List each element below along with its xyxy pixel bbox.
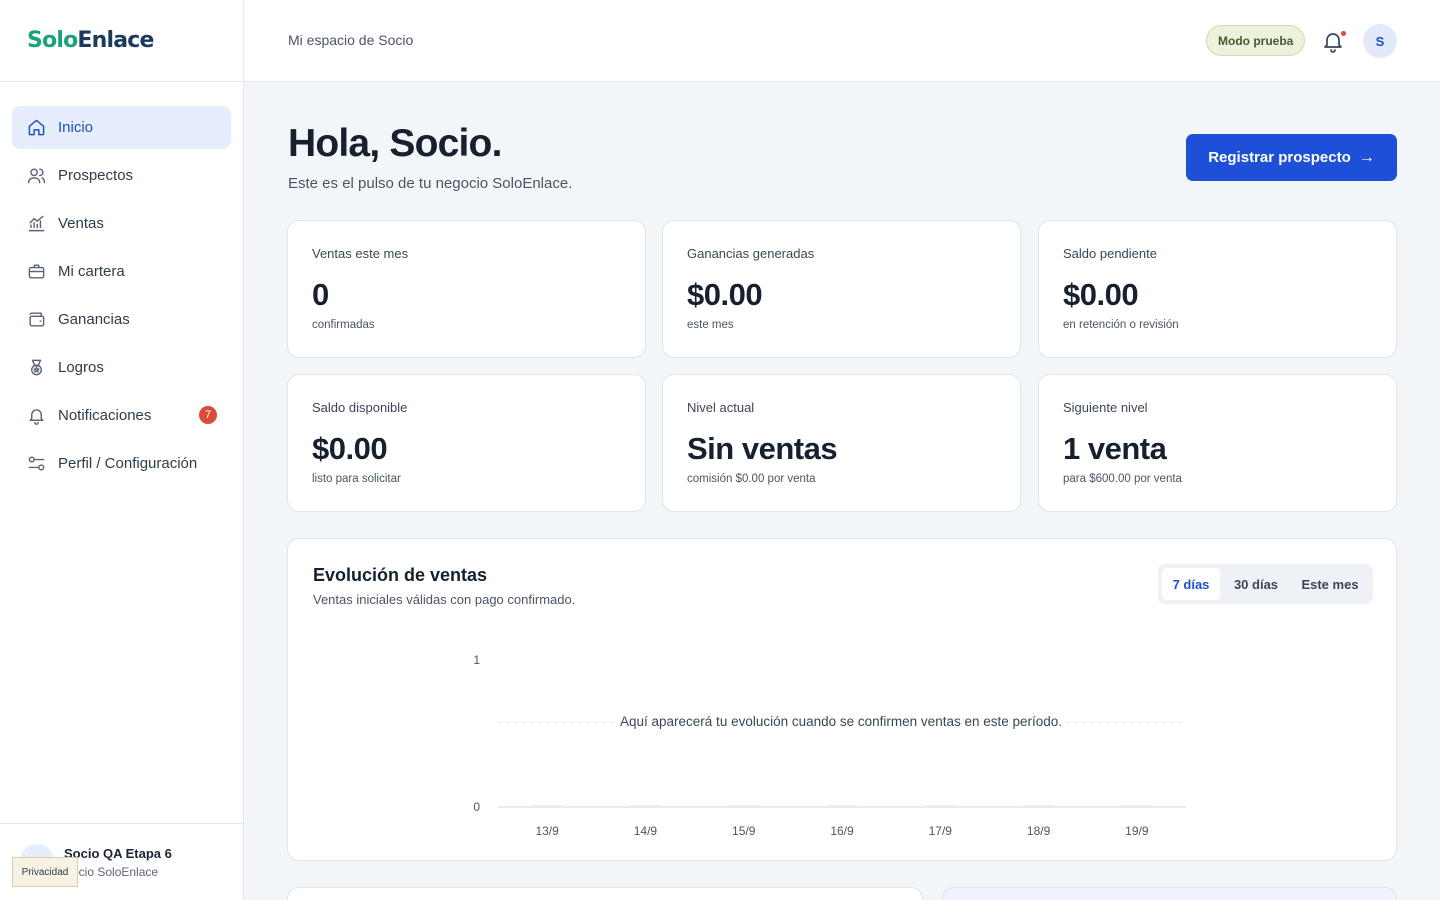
logo-bar: SoloEnlace — [0, 0, 243, 82]
sidebar-item-prospectos[interactable]: Prospectos — [12, 154, 231, 197]
sidebar-item-logros[interactable]: Logros — [12, 346, 231, 389]
sidebar-item-ventas[interactable]: Ventas — [12, 202, 231, 245]
chart-x-tick-label: 17/9 — [929, 824, 953, 838]
briefcase-icon — [26, 262, 46, 282]
sidebar-item-label: Mi cartera — [58, 263, 125, 280]
home-icon — [26, 118, 46, 138]
users-icon — [26, 166, 46, 186]
page-title: Hola, Socio. — [288, 122, 502, 165]
stat-label: Ventas este mes — [312, 246, 409, 261]
chart-x-tick-label: 13/9 — [535, 824, 559, 838]
register-prospect-label: Registrar prospecto — [1208, 149, 1351, 166]
stat-card-nivel-actual: Nivel actual Sin ventas comisión $0.00 p… — [662, 374, 1021, 512]
brand-logo-part1: Solo — [27, 28, 78, 53]
sidebar-item-label: Notificaciones — [58, 407, 152, 424]
sidebar-item-label: Inicio — [58, 119, 94, 136]
stat-card-siguiente-nivel: Siguiente nivel 1 venta para $600.00 por… — [1038, 374, 1397, 512]
sidebar-item-label: Logros — [58, 359, 104, 376]
chart-bar — [826, 805, 858, 807]
wallet-icon — [26, 310, 46, 330]
stat-card-ganancias: Ganancias generadas $0.00 este mes — [662, 220, 1021, 358]
test-mode-badge: Modo prueba — [1206, 25, 1306, 56]
chart-x-tick-label: 18/9 — [1027, 824, 1051, 838]
sidebar-item-mi-cartera[interactable]: Mi cartera — [12, 250, 231, 293]
bell-icon — [26, 406, 46, 426]
chart-bar — [1022, 805, 1055, 807]
chart-bar — [629, 805, 662, 807]
sidebar-item-label: Prospectos — [58, 167, 134, 184]
register-prospect-button[interactable]: Registrar prospecto → — [1186, 134, 1397, 181]
sidebar-nav: Inicio Prospectos Ventas Mi cartera Gana… — [0, 82, 243, 485]
brand-logo-part2: Enlace — [77, 28, 154, 53]
sidebar-item-inicio[interactable]: Inicio — [12, 106, 231, 149]
stat-label: Ganancias generadas — [687, 246, 815, 261]
sliders-icon — [26, 454, 46, 474]
user-avatar-button[interactable]: S — [1363, 24, 1397, 58]
stat-card-saldo-pendiente: Saldo pendiente $0.00 en retención o rev… — [1038, 220, 1397, 358]
medal-icon — [26, 358, 46, 378]
stat-sub: en retención o revisión — [1063, 319, 1179, 331]
chart-x-tick-label: 16/9 — [830, 824, 854, 838]
stat-value: 0 — [312, 277, 329, 312]
chart-x-tick-label: 15/9 — [732, 824, 756, 838]
stat-sub: confirmadas — [312, 319, 375, 331]
sidebar-user[interactable]: Socio QA Etapa 6 Socio SoloEnlace Privac… — [0, 823, 243, 900]
notification-dot — [1341, 31, 1346, 36]
stat-value: Sin ventas — [687, 431, 838, 466]
sidebar: SoloEnlace Inicio Prospectos Ventas Mi c… — [0, 0, 244, 900]
bottom-card-left — [287, 887, 923, 900]
chart-bar — [727, 805, 760, 807]
stat-label: Saldo pendiente — [1063, 246, 1157, 261]
stat-sub: listo para solicitar — [312, 473, 401, 485]
arrow-right-icon: → — [1358, 148, 1375, 166]
sales-chart-card: Evolución de ventas Ventas iniciales vál… — [287, 538, 1397, 861]
chart-y-tick-label: 1 — [473, 653, 480, 667]
sidebar-item-label: Ventas — [58, 215, 104, 232]
bottom-card-right — [942, 887, 1397, 900]
privacy-button[interactable]: Privacidad — [12, 857, 78, 887]
sidebar-item-ganancias[interactable]: Ganancias — [12, 298, 231, 341]
main-content: Hola, Socio. Este es el pulso de tu nego… — [244, 82, 1440, 900]
topbar: Mi espacio de Socio Modo prueba S — [244, 0, 1440, 82]
sidebar-item-perfil[interactable]: Perfil / Configuración — [12, 442, 231, 485]
stat-label: Siguiente nivel — [1063, 400, 1148, 415]
sales-chart: 0 1 13/9 14/9 15/9 16/9 17/9 18/9 19/9 — [473, 653, 1186, 838]
user-role: Socio SoloEnlace — [64, 865, 159, 879]
chart-x-tick-label: 19/9 — [1125, 824, 1149, 838]
brand-logo[interactable]: SoloEnlace — [27, 28, 154, 53]
stat-label: Nivel actual — [687, 400, 755, 415]
sidebar-item-label: Perfil / Configuración — [58, 455, 198, 472]
notification-count-badge: 7 — [199, 406, 217, 424]
page-subtitle: Este es el pulso de tu negocio SoloEnlac… — [288, 175, 573, 192]
chart-x-tick-label: 14/9 — [634, 824, 658, 838]
stat-sub: este mes — [687, 319, 734, 331]
stat-sub: para $600.00 por venta — [1063, 473, 1182, 485]
sidebar-item-notificaciones[interactable]: Notificaciones 7 — [12, 394, 231, 437]
user-name: Socio QA Etapa 6 — [64, 846, 172, 861]
sidebar-item-label: Ganancias — [58, 311, 130, 328]
chart-bar — [1120, 805, 1153, 807]
stat-value: 1 venta — [1063, 431, 1167, 466]
stat-sub: comisión $0.00 por venta — [687, 473, 816, 485]
chart-bar — [924, 805, 957, 807]
stat-value: $0.00 — [312, 431, 388, 466]
chart-empty-message: Aquí aparecerá tu evolución cuando se co… — [616, 712, 1067, 731]
space-label: Mi espacio de Socio — [288, 32, 414, 48]
stat-value: $0.00 — [1063, 277, 1139, 312]
stat-label: Saldo disponible — [312, 400, 408, 415]
chart-icon — [26, 214, 46, 234]
chart-y-tick-label: 0 — [473, 800, 480, 814]
stat-card-ventas: Ventas este mes 0 confirmadas — [287, 220, 646, 358]
stat-value: $0.00 — [687, 277, 763, 312]
chart-bar — [531, 805, 564, 807]
stat-card-saldo-disponible: Saldo disponible $0.00 listo para solici… — [287, 374, 646, 512]
